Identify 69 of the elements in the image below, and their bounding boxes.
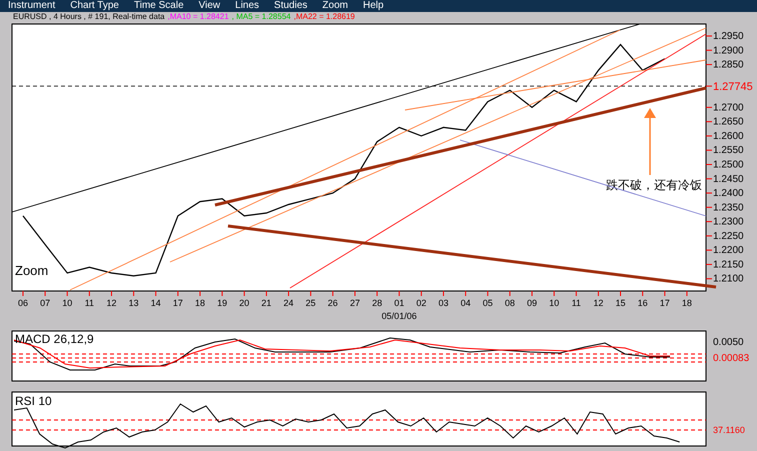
indicator-value: ,MA10 = 1.28421 xyxy=(168,12,229,22)
axis-label: 19 xyxy=(217,298,228,308)
axis-label: 1.2350 xyxy=(713,202,744,214)
menu-item[interactable]: Lines xyxy=(235,0,260,12)
axis-label: 0.0050 xyxy=(713,337,744,348)
axis-label: 11 xyxy=(84,298,94,308)
axis-label: 1.2700 xyxy=(713,102,744,114)
axis-label: 0.00083 xyxy=(713,353,750,364)
axis-label: 20 xyxy=(239,298,250,308)
indicator-value: ,MA22 = 1.28619 xyxy=(294,12,355,22)
menu-item[interactable]: Help xyxy=(362,0,384,12)
axis-label: 01 xyxy=(394,298,404,308)
axis-label: 10 xyxy=(62,298,72,308)
axis-label: 24 xyxy=(284,298,294,308)
indicator-title: RSI 10 xyxy=(15,394,52,408)
axis-label: 03 xyxy=(438,298,448,308)
menu-item[interactable]: View xyxy=(198,0,220,12)
axis-label: 1.2600 xyxy=(713,130,744,142)
axis-label: 1.2250 xyxy=(713,230,744,242)
chart-info: EURUSD , 4 Hours , # 191, Real-time data xyxy=(13,12,165,22)
axis-label: 11 xyxy=(572,298,581,308)
axis-label: 27 xyxy=(350,298,360,308)
axis-label: 1.2500 xyxy=(713,160,744,170)
axis-label: 07 xyxy=(40,298,50,308)
axis-label: 10 xyxy=(549,298,560,308)
zoom-label: Zoom xyxy=(15,263,48,278)
axis-label: 05 xyxy=(482,298,493,308)
axis-label: 1.2450 xyxy=(713,174,744,185)
date-label: 05/01/06 xyxy=(382,311,417,321)
menu-item[interactable]: Studies xyxy=(274,0,308,12)
axis-label: 1.2950 xyxy=(713,31,744,42)
axis-label: 16 xyxy=(638,298,648,308)
axis-label: 21 xyxy=(261,298,272,308)
axis-label: 06 xyxy=(18,298,28,308)
indicator-title: MACD 26,12,9 xyxy=(15,332,94,346)
axis-label: 1.2100 xyxy=(713,274,744,285)
axis-label: 1.2300 xyxy=(713,216,744,228)
axis-label: 25 xyxy=(306,298,316,308)
axis-label: 1.2550 xyxy=(713,145,744,156)
axis-label: 04 xyxy=(460,298,471,308)
arrow-icon xyxy=(644,108,656,175)
axis-label: 37.1160 xyxy=(713,425,745,435)
axis-label: 09 xyxy=(526,298,537,308)
menu-item[interactable]: Time Scale xyxy=(134,0,184,12)
axis-label: 08 xyxy=(504,298,515,308)
annotation-text: 跌不破，还有冷饭 xyxy=(606,178,702,192)
menu-item[interactable]: Instrument xyxy=(8,0,56,12)
axis-label: 1.2400 xyxy=(713,188,744,200)
axis-label: 26 xyxy=(328,298,338,308)
axis-label: 12 xyxy=(593,298,604,308)
axis-label: 02 xyxy=(416,298,426,308)
menu-item[interactable]: Chart Type xyxy=(70,0,119,12)
axis-label: 1.2900 xyxy=(713,45,744,56)
axis-label: 1.2650 xyxy=(713,116,744,128)
axis-label: 17 xyxy=(660,298,670,308)
axis-label: 1.2850 xyxy=(713,60,744,71)
axis-label: 28 xyxy=(372,298,382,308)
axis-label: 14 xyxy=(150,298,161,308)
axis-label: 18 xyxy=(195,298,206,308)
axis-label: 17 xyxy=(172,298,183,308)
axis-label: 13 xyxy=(128,298,139,308)
axis-label: 1.2150 xyxy=(713,259,744,270)
menu-item[interactable]: Zoom xyxy=(322,0,348,12)
axis-label: 12 xyxy=(106,298,117,308)
axis-label: 18 xyxy=(682,298,692,308)
axis-label: 1.2200 xyxy=(713,245,744,256)
indicator-value: , MA5 = 1.28554 xyxy=(232,12,291,22)
current-price-label: 1.27745 xyxy=(713,81,753,94)
axis-label: 15 xyxy=(616,298,626,308)
